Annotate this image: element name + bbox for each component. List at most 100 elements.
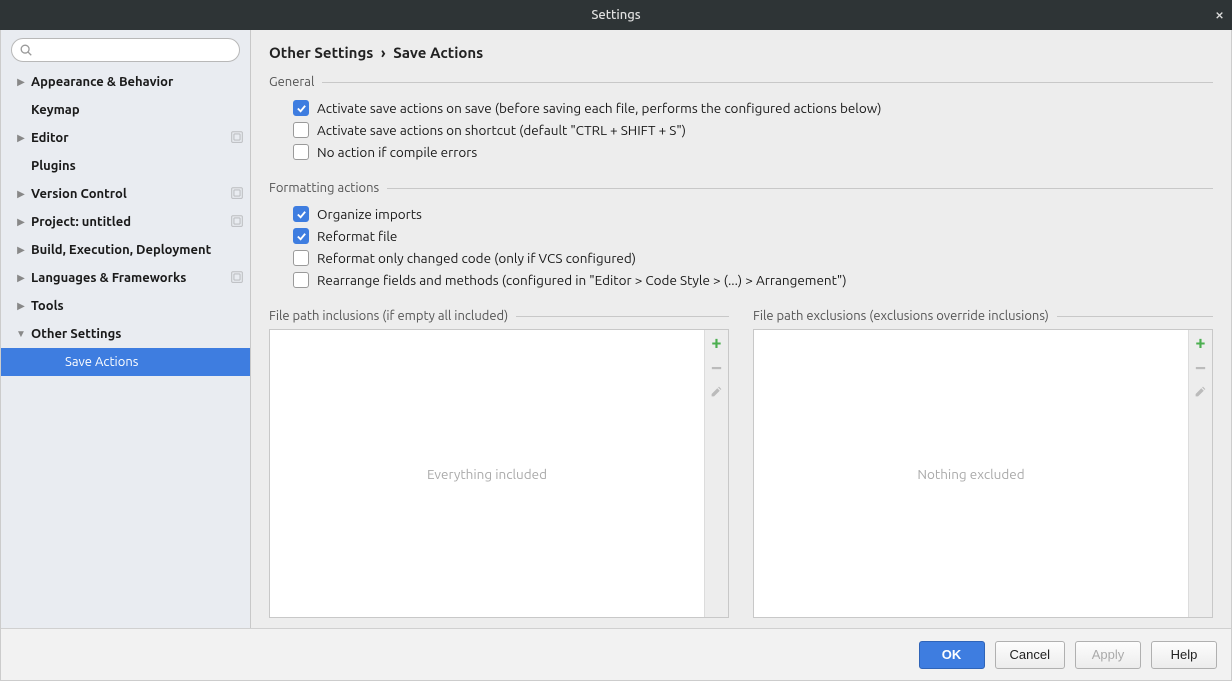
sidebar-item[interactable]: ▶ Build, Execution, Deployment	[1, 236, 250, 264]
section-general: General Activate save actions on save (b…	[269, 75, 1213, 163]
breadcrumb-b: Save Actions	[393, 44, 483, 61]
edit-icon[interactable]	[708, 382, 726, 400]
content-panel: Other Settings › Save Actions General Ac…	[251, 30, 1231, 628]
dialog-body: ▶ Appearance & Behavior Keymap ▶ Editor Plugi…	[0, 30, 1232, 681]
section-title-label: Formatting actions	[269, 181, 379, 195]
section-title-exclusions: File path exclusions (exclusions overrid…	[753, 309, 1213, 323]
checkbox-row[interactable]: Organize imports	[269, 203, 1213, 225]
checkbox[interactable]	[293, 228, 309, 244]
sidebar-item[interactable]: ▶ Languages & Frameworks	[1, 264, 250, 292]
close-icon[interactable]: ×	[1215, 7, 1224, 23]
project-scope-icon	[230, 186, 244, 203]
section-title-general: General	[269, 75, 1213, 89]
inclusion-exclusion-row: File path inclusions (if empty all inclu…	[269, 309, 1213, 618]
checkbox-row[interactable]: Reformat only changed code (only if VCS …	[269, 247, 1213, 269]
sidebar-item[interactable]: ▼ Other Settings	[1, 320, 250, 348]
titlebar: Settings ×	[0, 0, 1232, 30]
chevron-right-icon: ▶	[15, 272, 27, 284]
checkbox[interactable]	[293, 144, 309, 160]
inclusions-placeholder: Everything included	[270, 330, 704, 617]
cancel-button[interactable]: Cancel	[995, 641, 1065, 669]
sidebar-item[interactable]: ▶ Version Control	[1, 180, 250, 208]
remove-icon[interactable]: −	[708, 358, 726, 376]
inclusions-list[interactable]: Everything included + −	[269, 329, 729, 618]
section-title-label: File path inclusions (if empty all inclu…	[269, 309, 508, 323]
section-title-formatting: Formatting actions	[269, 181, 1213, 195]
sidebar-item-label: Languages & Frameworks	[31, 271, 230, 285]
window-title: Settings	[591, 8, 640, 22]
checkbox-row[interactable]: Rearrange fields and methods (configured…	[269, 269, 1213, 291]
checkbox[interactable]	[293, 250, 309, 266]
sidebar-item[interactable]: ▶ Tools	[1, 292, 250, 320]
chevron-right-icon: ▶	[15, 76, 27, 88]
checkbox-label: No action if compile errors	[317, 144, 477, 160]
ok-button[interactable]: OK	[919, 641, 985, 669]
sidebar-item-label: Build, Execution, Deployment	[31, 243, 244, 257]
exclusions-col: File path exclusions (exclusions overrid…	[753, 309, 1213, 618]
divider	[1057, 316, 1213, 317]
exclusions-list[interactable]: Nothing excluded + −	[753, 329, 1213, 618]
breadcrumb-sep: ›	[381, 44, 386, 61]
section-formatting: Formatting actions Organize imports Refor…	[269, 181, 1213, 291]
checkbox[interactable]	[293, 122, 309, 138]
help-button[interactable]: Help	[1151, 641, 1217, 669]
sidebar-item[interactable]: ▶ Project: untitled	[1, 208, 250, 236]
inclusions-col: File path inclusions (if empty all inclu…	[269, 309, 729, 618]
sidebar-item-label: Tools	[31, 299, 244, 313]
project-scope-icon	[230, 130, 244, 147]
sidebar-item-label: Appearance & Behavior	[31, 75, 244, 89]
divider	[387, 188, 1213, 189]
search-input[interactable]	[11, 38, 240, 62]
project-scope-icon	[230, 270, 244, 287]
section-title-label: File path exclusions (exclusions overrid…	[753, 309, 1049, 323]
edit-icon[interactable]	[1192, 382, 1210, 400]
sidebar-item[interactable]: ▶ Appearance & Behavior	[1, 68, 250, 96]
main-area: ▶ Appearance & Behavior Keymap ▶ Editor Plugi…	[1, 30, 1231, 628]
apply-button[interactable]: Apply	[1075, 641, 1141, 669]
section-title-inclusions: File path inclusions (if empty all inclu…	[269, 309, 729, 323]
add-icon[interactable]: +	[708, 334, 726, 352]
exclusions-actions: + −	[1188, 330, 1212, 617]
breadcrumb: Other Settings › Save Actions	[269, 44, 1213, 61]
checkbox-label: Reformat only changed code (only if VCS …	[317, 250, 636, 266]
checkbox-row[interactable]: Reformat file	[269, 225, 1213, 247]
sidebar: ▶ Appearance & Behavior Keymap ▶ Editor Plugi…	[1, 30, 251, 628]
sidebar-item-label: Plugins	[31, 159, 244, 173]
add-icon[interactable]: +	[1192, 334, 1210, 352]
section-title-label: General	[269, 75, 314, 89]
divider	[516, 316, 729, 317]
checkbox[interactable]	[293, 206, 309, 222]
breadcrumb-a: Other Settings	[269, 44, 373, 61]
remove-icon[interactable]: −	[1192, 358, 1210, 376]
placeholder-text: Nothing excluded	[917, 466, 1024, 482]
checkbox-row[interactable]: Activate save actions on shortcut (defau…	[269, 119, 1213, 141]
sidebar-item[interactable]: Save Actions	[1, 348, 250, 376]
sidebar-item[interactable]: ▶ Editor	[1, 124, 250, 152]
sidebar-item-label: Project: untitled	[31, 215, 230, 229]
project-scope-icon	[230, 214, 244, 231]
chevron-right-icon: ▶	[15, 132, 27, 144]
checkbox[interactable]	[293, 100, 309, 116]
checkbox[interactable]	[293, 272, 309, 288]
sidebar-item-label: Version Control	[31, 187, 230, 201]
inclusions-actions: + −	[704, 330, 728, 617]
checkbox-row[interactable]: No action if compile errors	[269, 141, 1213, 163]
sidebar-item[interactable]: Keymap	[1, 96, 250, 124]
checkbox-row[interactable]: Activate save actions on save (before sa…	[269, 97, 1213, 119]
chevron-down-icon: ▼	[15, 328, 27, 340]
search-wrap	[1, 38, 250, 68]
chevron-right-icon: ▶	[15, 244, 27, 256]
sidebar-item-label: Other Settings	[31, 327, 244, 341]
sidebar-item-label: Editor	[31, 131, 230, 145]
checkbox-label: Reformat file	[317, 228, 397, 244]
chevron-right-icon: ▶	[15, 188, 27, 200]
sidebar-item-label: Save Actions	[65, 355, 244, 369]
checkbox-label: Activate save actions on save (before sa…	[317, 100, 881, 116]
divider	[322, 82, 1213, 83]
chevron-right-icon: ▶	[15, 300, 27, 312]
checkbox-label: Rearrange fields and methods (configured…	[317, 272, 847, 288]
settings-tree: ▶ Appearance & Behavior Keymap ▶ Editor Plugi…	[1, 68, 250, 628]
placeholder-text: Everything included	[427, 466, 547, 482]
chevron-right-icon: ▶	[15, 216, 27, 228]
sidebar-item[interactable]: Plugins	[1, 152, 250, 180]
